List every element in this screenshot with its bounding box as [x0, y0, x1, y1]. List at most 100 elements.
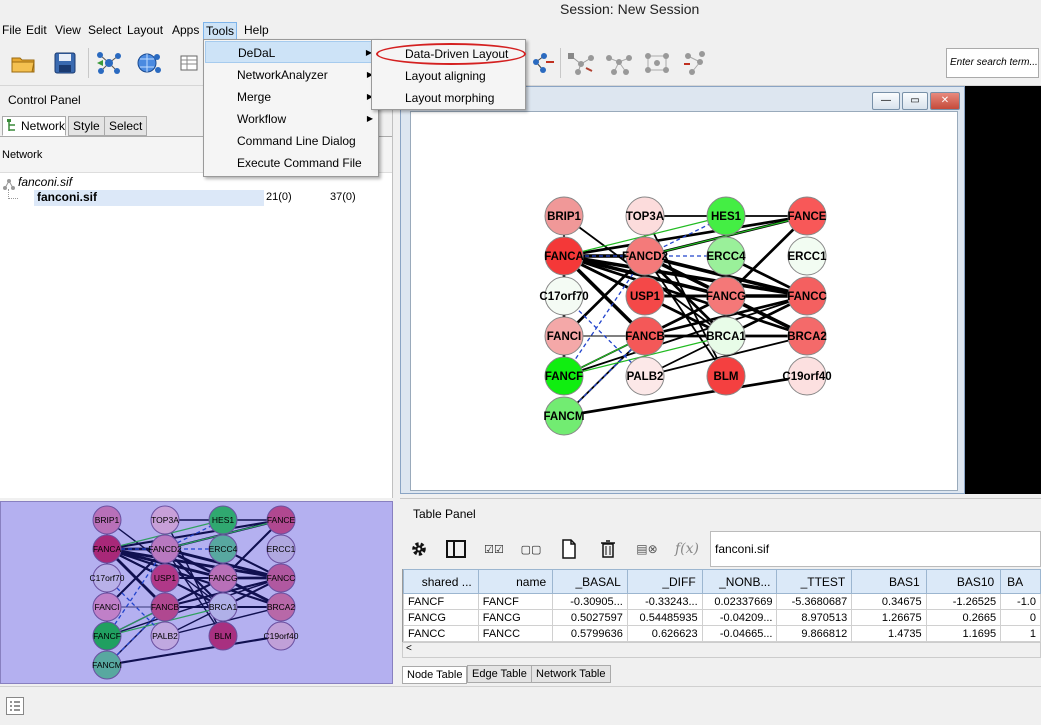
tab-network-table[interactable]: Network Table: [531, 665, 611, 683]
graph-node[interactable]: C19orf40: [782, 356, 832, 396]
menu-apps[interactable]: Apps: [170, 22, 201, 40]
deselect-all-icon[interactable]: ▢▢: [520, 539, 542, 559]
import-network-icon[interactable]: [94, 48, 124, 78]
trash-icon[interactable]: [597, 539, 619, 559]
table-cell[interactable]: FANCC: [477, 625, 554, 642]
minimize-button[interactable]: —: [872, 92, 900, 110]
table-row[interactable]: FANCF FANCF -0.30905... -0.33243... 0.02…: [403, 593, 1041, 610]
column-header-ba[interactable]: BA: [1000, 569, 1041, 594]
graph-node[interactable]: TOP3A: [150, 505, 180, 535]
graph-node[interactable]: BLM: [706, 356, 746, 396]
birds-eye-view[interactable]: BRIP1 TOP3A HES1 FANCE FANCA FANCD2 ERCC4 ERCC1…: [0, 501, 393, 684]
graph-node[interactable]: ERCC4: [208, 534, 238, 564]
column-header-bas1[interactable]: BAS1: [851, 569, 927, 594]
graph-node[interactable]: FANCC: [266, 563, 296, 593]
table-cell[interactable]: 1.4735: [851, 625, 927, 642]
menu-view[interactable]: View: [53, 22, 83, 40]
tab-node-table[interactable]: Node Table: [402, 666, 468, 684]
table-cell[interactable]: -0.30905...: [552, 593, 628, 610]
menu-item-command-line-dialog[interactable]: Command Line Dialog: [205, 130, 377, 152]
graph-node[interactable]: HES1: [706, 196, 746, 236]
collection-root[interactable]: fanconi.sif: [18, 175, 72, 189]
gear-icon[interactable]: [408, 539, 430, 559]
table-cell[interactable]: -1.0: [1000, 593, 1041, 610]
graph-node[interactable]: FANCB: [625, 316, 665, 356]
network-selector[interactable]: fanconi.sif: [710, 531, 1041, 567]
table-row[interactable]: FANCG FANCG 0.5027597 0.54485935 -0.0420…: [403, 609, 1041, 626]
import-network-url-icon[interactable]: [134, 48, 164, 78]
tab-style[interactable]: Style: [68, 116, 105, 136]
graph-node[interactable]: USP1: [150, 563, 180, 593]
table-cell[interactable]: 8.970513: [776, 609, 853, 626]
menu-item-networkanalyzer[interactable]: NetworkAnalyzer ▶: [205, 64, 377, 86]
graph-node[interactable]: BRCA2: [787, 316, 827, 356]
table-cell[interactable]: 1.26675: [851, 609, 927, 626]
graph-node[interactable]: ERCC1: [266, 534, 296, 564]
table-cell[interactable]: 0.5027597: [552, 609, 628, 626]
graph-node[interactable]: FANCI: [544, 316, 584, 356]
table-cell[interactable]: -0.33243...: [626, 593, 703, 610]
table-cell[interactable]: 0.2665: [925, 609, 1002, 626]
graph-node[interactable]: FANCE: [787, 196, 827, 236]
save-icon[interactable]: [50, 48, 80, 78]
table-cell[interactable]: 1.1695: [925, 625, 1002, 642]
network-layout-icon-4[interactable]: [680, 48, 710, 78]
table-cell[interactable]: FANCC: [403, 625, 479, 642]
graph-node[interactable]: FANCD2: [148, 534, 182, 564]
menu-edit[interactable]: Edit: [24, 22, 49, 40]
menu-layout[interactable]: Layout: [125, 22, 165, 40]
graph-node[interactable]: C19orf40: [264, 621, 299, 651]
graph-node[interactable]: BRIP1: [544, 196, 584, 236]
graph-node[interactable]: TOP3A: [625, 196, 665, 236]
tab-select[interactable]: Select: [104, 116, 148, 136]
task-history-icon[interactable]: [6, 697, 24, 715]
search-input[interactable]: Enter search term...: [946, 48, 1039, 78]
network-canvas[interactable]: BRIP1 TOP3A HES1 FANCE FANCA FANCD2 ERCC4 ERCC1…: [410, 111, 958, 491]
graph-node[interactable]: ERCC4: [706, 236, 747, 276]
split-columns-icon[interactable]: [445, 539, 467, 559]
table-cell[interactable]: 0.34675: [851, 593, 927, 610]
network-layout-icon-1[interactable]: [566, 48, 596, 78]
tab-edge-table[interactable]: Edge Table: [467, 665, 532, 683]
graph-node[interactable]: FANCC: [787, 276, 827, 316]
menu-select[interactable]: Select: [86, 22, 123, 40]
tab-network[interactable]: Network: [2, 116, 66, 136]
graph-node[interactable]: FANCM: [92, 650, 122, 680]
menu-item-merge[interactable]: Merge ▶: [205, 86, 377, 108]
graph-node[interactable]: BLM: [208, 621, 238, 651]
table-cell[interactable]: 0.54485935: [626, 609, 703, 626]
menu-file[interactable]: File: [0, 22, 23, 40]
table-cell[interactable]: FANCF: [477, 593, 554, 610]
graph-node[interactable]: ERCC1: [787, 236, 828, 276]
graph-node[interactable]: HES1: [208, 505, 238, 535]
menu-item-layout-morphing[interactable]: Layout morphing: [373, 87, 524, 109]
graph-node[interactable]: FANCF: [544, 356, 584, 396]
column-header-basal[interactable]: _BASAL: [552, 569, 628, 594]
graph-node[interactable]: FANCG: [208, 563, 238, 593]
table-cell[interactable]: 1: [1000, 625, 1041, 642]
close-button[interactable]: ✕: [930, 92, 960, 110]
delete-table-icon[interactable]: ▤⊗: [636, 539, 658, 559]
graph-node[interactable]: BRIP1: [92, 505, 122, 535]
horizontal-scrollbar[interactable]: <: [402, 642, 1041, 658]
graph-node[interactable]: FANCG: [706, 276, 746, 316]
graph-node[interactable]: FANCA: [544, 236, 584, 276]
table-cell[interactable]: -5.3680687: [776, 593, 853, 610]
menu-help[interactable]: Help: [242, 22, 271, 40]
column-header-diff[interactable]: _DIFF: [626, 569, 703, 594]
graph-node[interactable]: FANCI: [92, 592, 122, 622]
graph-node[interactable]: FANCB: [150, 592, 180, 622]
graph-node[interactable]: USP1: [625, 276, 665, 316]
open-folder-icon[interactable]: [8, 48, 38, 78]
network-tool-icon[interactable]: [528, 48, 558, 78]
graph-node[interactable]: PALB2: [625, 356, 665, 396]
graph-node[interactable]: PALB2: [150, 621, 180, 651]
select-all-icon[interactable]: ☑☑: [483, 539, 505, 559]
column-header-bas10[interactable]: BAS10: [925, 569, 1002, 594]
graph-node[interactable]: BRCA2: [266, 592, 296, 622]
table-cell[interactable]: -1.26525: [925, 593, 1002, 610]
table-cell[interactable]: 0.626623: [626, 625, 703, 642]
table-cell[interactable]: FANCG: [477, 609, 554, 626]
import-table-icon[interactable]: [174, 48, 204, 78]
menu-item-execute-command-file[interactable]: Execute Command File: [205, 152, 377, 174]
